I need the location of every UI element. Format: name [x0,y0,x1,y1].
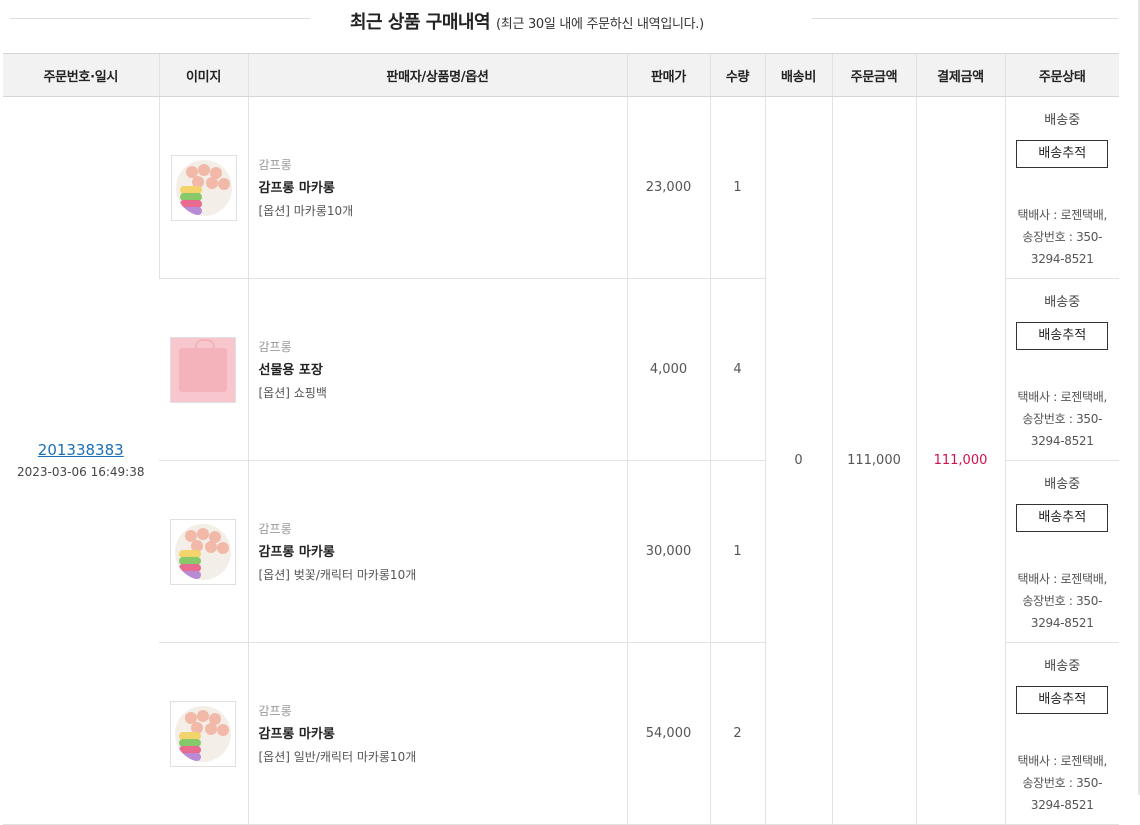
quantity-cell: 1 [709,96,765,279]
order-status-cell: 배송중 배송추적 택배사 : 로젠택배, 송장번호 : 350- 3294-85… [1004,642,1119,825]
section-title-main: 최근 상품 구매내역 [350,12,491,33]
product-image-cell [158,96,248,279]
product-image-cell [159,460,248,643]
tracking-number-rest: 3294-8521 [1030,434,1094,448]
tracking-number-label: 송장번호 : 350- [1022,230,1103,244]
section-title-sub: (최근 30일 내에 주문하신 내역입니다.) [496,17,704,32]
carrier-info: 택배사 : 로젠택배, [1017,572,1108,586]
header-payment-amount: 결제금액 [915,53,1005,97]
order-number-link[interactable]: 201338383 [3,441,159,459]
product-option: [옵션] 일반/캐릭터 마카롱10개 [258,750,417,764]
macaron-icon[interactable] [170,700,237,767]
track-delivery-button[interactable]: 배송추적 [1016,140,1109,168]
status-text: 배송중 [1044,295,1081,310]
product-info-cell: 감프롱 감프롱 마카롱 [옵션] 일반/캐릭터 마카롱10개 [247,642,627,825]
price-cell: 30,000 [626,460,710,643]
tracking-number-rest: 3294-8521 [1030,798,1094,812]
section-title-bar: 최근 상품 구매내역 (최근 30일 내에 주문하신 내역입니다.) [0,0,1120,44]
carrier-info: 택배사 : 로젠택배, [1017,754,1108,768]
tracking-number-label: 송장번호 : 350- [1022,412,1103,426]
product-info-cell: 감프롱 선물용 포장 [옵션] 쇼핑백 [247,278,627,461]
status-text: 배송중 [1044,659,1081,674]
quantity-cell: 1 [709,460,765,643]
product-image-cell [159,278,248,461]
product-option: [옵션] 쇼핑백 [258,386,327,400]
track-delivery-button[interactable]: 배송추적 [1016,686,1109,714]
quantity-cell: 4 [709,278,765,461]
order-status-cell: 배송중 배송추적 택배사 : 로젠택배, 송장번호 : 350- 3294-85… [1004,460,1119,643]
macaron-icon[interactable] [170,518,237,585]
header-image: 이미지 [158,53,248,97]
header-order-status: 주문상태 [1004,53,1119,97]
seller-name: 감프롱 [258,340,292,354]
price-cell: 4,000 [626,278,710,461]
tracking-number-label: 송장번호 : 350- [1022,776,1103,790]
title-divider-left [10,18,310,19]
carrier-info: 택배사 : 로젠택배, [1017,208,1108,222]
title-divider-right [812,18,1118,19]
seller-name: 감프롱 [258,522,292,536]
tracking-number-label: 송장번호 : 350- [1022,594,1103,608]
product-image-cell [159,642,248,825]
order-amount-cell: 111,000 [831,96,916,825]
product-info-cell: 감프롱 감프롱 마카롱 [옵션] 벚꽃/캐릭터 마카롱10개 [247,460,627,643]
payment-amount-cell: 111,000 [915,96,1005,825]
order-number-cell: 201338383 2023-03-06 16:49:38 [3,96,159,825]
table-row: 201338383 2023-03-06 16:49:38 감프롱 감프롱 마카… [3,96,1119,825]
section-title: 최근 상품 구매내역 (최근 30일 내에 주문하신 내역입니다.) [350,8,704,34]
price-cell: 54,000 [626,642,710,825]
gift-bag-icon[interactable] [170,336,237,403]
product-name[interactable]: 감프롱 마카롱 [259,177,627,196]
seller-name: 감프롱 [258,158,292,172]
product-option: [옵션] 마카롱10개 [258,204,354,218]
header-price: 판매가 [626,53,710,97]
order-history-table: 주문번호·일시 이미지 판매자/상품명/옵션 판매가 수량 배송비 주문금액 결… [3,53,1119,825]
shipping-fee-cell: 0 [764,96,832,825]
product-name[interactable]: 감프롱 마카롱 [259,723,627,742]
tracking-number-rest: 3294-8521 [1030,252,1094,266]
quantity-cell: 2 [709,642,765,825]
track-delivery-button[interactable]: 배송추적 [1016,322,1109,350]
header-shipping-fee: 배송비 [764,53,832,97]
order-status-cell: 배송중 배송추적 택배사 : 로젠택배, 송장번호 : 350- 3294-85… [1004,278,1119,461]
track-delivery-button[interactable]: 배송추적 [1016,504,1109,532]
carrier-info: 택배사 : 로젠택배, [1017,390,1108,404]
product-name[interactable]: 선물용 포장 [259,359,627,378]
macaron-icon[interactable] [170,154,237,221]
status-text: 배송중 [1044,113,1081,128]
header-quantity: 수량 [709,53,765,97]
header-order-amount: 주문금액 [831,53,916,97]
order-datetime: 2023-03-06 16:49:38 [17,465,145,479]
product-name[interactable]: 감프롱 마카롱 [259,541,627,560]
tracking-number-rest: 3294-8521 [1030,616,1094,630]
product-option: [옵션] 벚꽃/캐릭터 마카롱10개 [258,568,417,582]
price-cell: 23,000 [626,96,710,279]
seller-name: 감프롱 [258,704,292,718]
product-info-cell: 감프롱 감프롱 마카롱 [옵션] 마카롱10개 [247,96,627,279]
order-status-cell: 배송중 배송추적 택배사 : 로젠택배, 송장번호 : 350- 3294-85… [1004,96,1119,279]
header-product-info: 판매자/상품명/옵션 [247,53,627,97]
table-header-row: 주문번호·일시 이미지 판매자/상품명/옵션 판매가 수량 배송비 주문금액 결… [3,53,1119,97]
header-order-number: 주문번호·일시 [3,53,159,97]
status-text: 배송중 [1044,477,1081,492]
